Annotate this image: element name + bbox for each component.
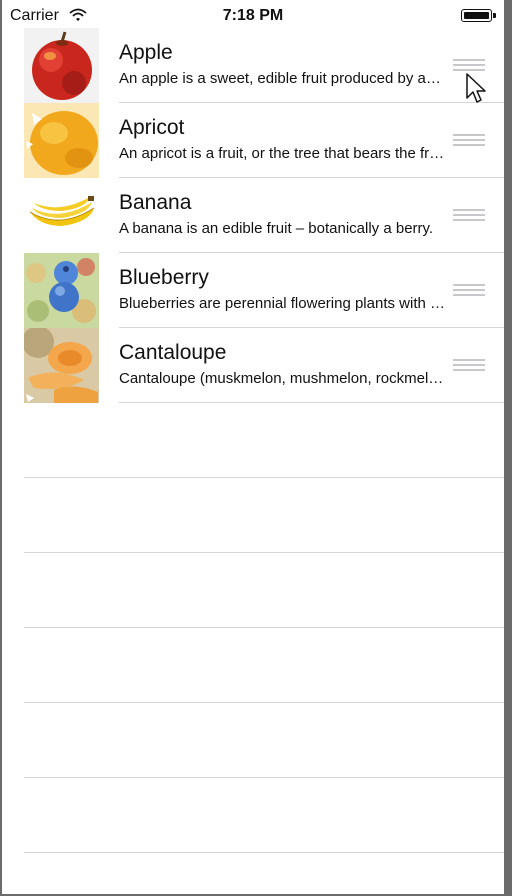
row-subtitle: An apple is a sweet, edible fruit produc… — [119, 70, 446, 87]
table-row-apricot[interactable]: Apricot An apricot is a fruit, or the tr… — [2, 103, 504, 178]
banana-image — [24, 178, 99, 253]
table-row-apple[interactable]: Apple An apple is a sweet, edible fruit … — [2, 28, 504, 103]
table-row-cantaloupe[interactable]: Cantaloupe Cantaloupe (muskmelon, mushme… — [2, 328, 504, 403]
empty-row-separator — [24, 777, 504, 778]
clock-label: 7:18 PM — [222, 7, 284, 24]
row-title: Banana — [119, 191, 192, 214]
cantaloupe-image — [24, 328, 99, 403]
mouse-pointer-icon — [466, 73, 486, 103]
table-row-blueberry[interactable]: Blueberry Blueberries are perennial flow… — [2, 253, 504, 328]
apple-image — [24, 28, 99, 103]
reorder-handle-icon[interactable] — [453, 359, 485, 373]
reorder-handle-icon[interactable] — [453, 134, 485, 148]
apricot-image — [24, 103, 99, 178]
empty-row-separator — [24, 702, 504, 703]
reorder-handle-icon[interactable] — [453, 284, 485, 298]
row-subtitle: Cantaloupe (muskmelon, mushmelon, rockme… — [119, 370, 446, 387]
row-title: Blueberry — [119, 266, 209, 289]
reorder-handle-icon[interactable] — [453, 59, 485, 73]
empty-row-separator — [24, 852, 504, 853]
blueberry-image — [24, 253, 99, 328]
row-title: Apricot — [119, 116, 185, 139]
battery-icon — [461, 9, 496, 22]
row-title: Cantaloupe — [119, 341, 227, 364]
empty-row-separator — [24, 627, 504, 628]
row-subtitle: Blueberries are perennial flowering plan… — [119, 295, 446, 312]
row-title: Apple — [119, 41, 173, 64]
reorder-handle-icon[interactable] — [453, 209, 485, 223]
row-separator — [119, 402, 504, 403]
fruit-table-screen: Carrier 7:18 PM Apple An apple is a swee… — [2, 0, 504, 894]
table-row-banana[interactable]: Banana A banana is an edible fruit – bot… — [2, 178, 504, 253]
empty-row-separator — [24, 477, 504, 478]
row-subtitle: An apricot is a fruit, or the tree that … — [119, 145, 446, 162]
row-subtitle: A banana is an edible fruit – botanicall… — [119, 220, 434, 237]
empty-row-separator — [24, 552, 504, 553]
